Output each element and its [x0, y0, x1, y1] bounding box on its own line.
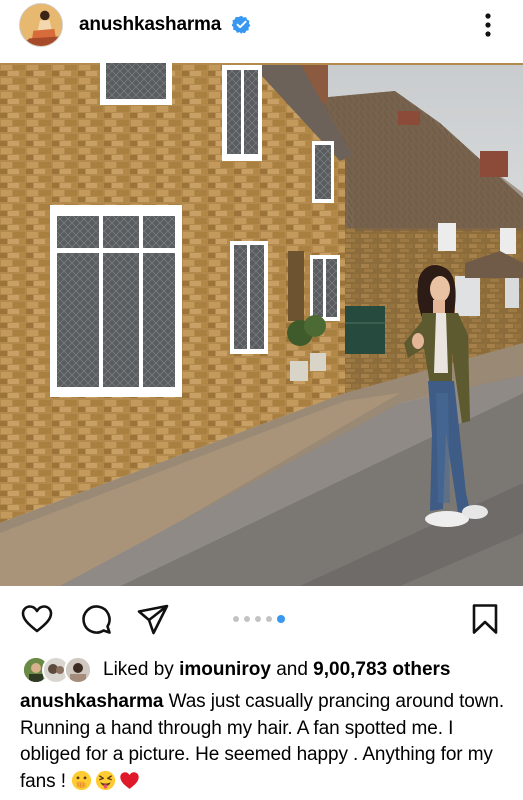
carousel-dot-active	[277, 615, 285, 623]
carousel-dot	[233, 616, 239, 622]
more-vertical-icon[interactable]	[478, 11, 498, 39]
carousel-dot	[266, 616, 272, 622]
liked-by-username[interactable]: imouniroy	[179, 659, 271, 680]
hand-over-mouth-emoji-icon	[71, 770, 92, 790]
likes-summary: Liked by imouniroy and 9,00,783 others	[103, 658, 450, 682]
comment-icon[interactable]	[79, 602, 113, 636]
likes-count[interactable]: 9,00,783 others	[313, 659, 450, 680]
caption-author[interactable]: anushkasharma	[20, 691, 163, 712]
bookmark-icon[interactable]	[468, 602, 502, 636]
carousel-dot	[255, 616, 261, 622]
carousel-indicator	[233, 615, 285, 623]
liked-by-avatars[interactable]	[22, 655, 92, 684]
likes-conjunction: and	[276, 659, 308, 680]
send-icon[interactable]	[136, 602, 170, 636]
verified-badge-icon	[232, 15, 251, 34]
post-photo[interactable]	[0, 63, 523, 586]
avatar[interactable]	[19, 3, 63, 47]
likes-prefix: Liked by	[103, 659, 174, 680]
post-caption: anushkasharma Was just casually prancing…	[20, 689, 512, 795]
heart-icon[interactable]	[20, 602, 54, 636]
caption-emojis	[71, 770, 140, 791]
post-username[interactable]: anushkasharma	[79, 13, 221, 37]
red-heart-emoji-icon	[120, 771, 139, 789]
post-header: anushkasharma	[0, 0, 523, 50]
avatar	[64, 656, 92, 684]
squinting-tongue-emoji-icon	[95, 770, 116, 790]
likes-row: Liked by imouniroy and 9,00,783 others	[22, 655, 512, 684]
carousel-dot	[244, 616, 250, 622]
action-bar	[0, 594, 523, 642]
